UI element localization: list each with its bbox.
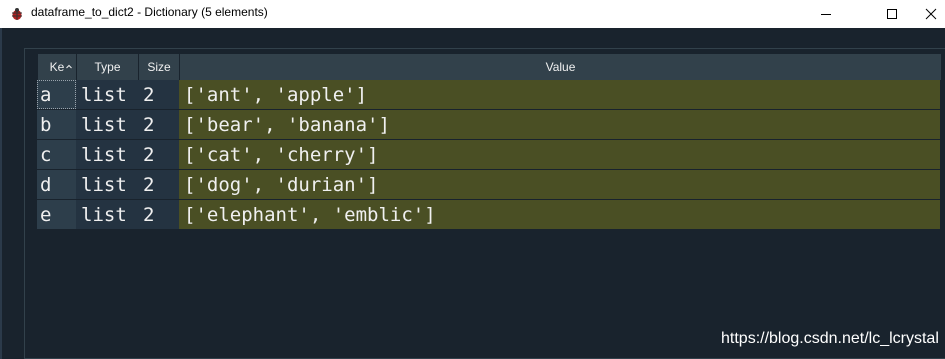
maximize-button[interactable] xyxy=(869,0,915,28)
type-cell[interactable]: list xyxy=(76,110,138,139)
value-cell[interactable]: ['cat', 'cherry'] xyxy=(179,140,940,169)
size-cell[interactable]: 2 xyxy=(138,80,179,109)
minimize-button[interactable] xyxy=(803,0,849,28)
header-size[interactable]: Size xyxy=(139,54,180,80)
size-cell[interactable]: 2 xyxy=(138,170,179,199)
window-title: dataframe_to_dict2 - Dictionary (5 eleme… xyxy=(31,5,268,19)
table-header: Ke Type Size Value xyxy=(25,54,945,80)
header-value[interactable]: Value xyxy=(180,54,941,80)
close-button[interactable] xyxy=(917,0,945,28)
maximize-icon xyxy=(887,9,897,19)
value-cell[interactable]: ['bear', 'banana'] xyxy=(179,110,940,139)
header-value-label: Value xyxy=(545,60,576,74)
header-corner xyxy=(25,54,38,80)
key-cell[interactable]: a xyxy=(37,80,76,109)
sort-up-icon xyxy=(66,64,72,69)
size-cell[interactable]: 2 xyxy=(138,110,179,139)
table-body: a list 2 ['ant', 'apple'] b list 2 ['bea… xyxy=(37,80,940,230)
python-bug-icon xyxy=(12,8,22,20)
header-type[interactable]: Type xyxy=(77,54,139,80)
value-cell[interactable]: ['ant', 'apple'] xyxy=(179,80,940,109)
table-row[interactable]: e list 2 ['elephant', 'emblic'] xyxy=(37,200,940,230)
header-size-label: Size xyxy=(147,60,171,74)
dictionary-editor-window: dataframe_to_dict2 - Dictionary (5 eleme… xyxy=(0,0,945,359)
size-cell[interactable]: 2 xyxy=(138,140,179,169)
table-row[interactable]: d list 2 ['dog', 'durian'] xyxy=(37,170,940,200)
type-cell[interactable]: list xyxy=(76,80,138,109)
type-cell[interactable]: list xyxy=(76,170,138,199)
table-row[interactable]: c list 2 ['cat', 'cherry'] xyxy=(37,140,940,170)
table-row[interactable]: b list 2 ['bear', 'banana'] xyxy=(37,110,940,140)
header-key[interactable]: Ke xyxy=(38,54,77,80)
header-type-label: Type xyxy=(94,60,121,74)
key-cell[interactable]: e xyxy=(37,200,76,229)
header-key-label: Ke xyxy=(49,60,65,74)
minimize-icon xyxy=(821,14,831,15)
type-cell[interactable]: list xyxy=(76,140,138,169)
key-cell[interactable]: d xyxy=(37,170,76,199)
size-cell[interactable]: 2 xyxy=(138,200,179,229)
editor-content: Ke Type Size Value a list 2 ['ant', 'app… xyxy=(0,28,945,359)
title-bar[interactable]: dataframe_to_dict2 - Dictionary (5 eleme… xyxy=(0,0,945,28)
watermark-text: https://blog.csdn.net/lc_lcrystal xyxy=(721,330,939,347)
close-icon xyxy=(925,8,937,20)
key-cell[interactable]: c xyxy=(37,140,76,169)
type-cell[interactable]: list xyxy=(76,200,138,229)
value-cell[interactable]: ['elephant', 'emblic'] xyxy=(179,200,940,229)
key-cell[interactable]: b xyxy=(37,110,76,139)
value-cell[interactable]: ['dog', 'durian'] xyxy=(179,170,940,199)
table-row[interactable]: a list 2 ['ant', 'apple'] xyxy=(37,80,940,110)
